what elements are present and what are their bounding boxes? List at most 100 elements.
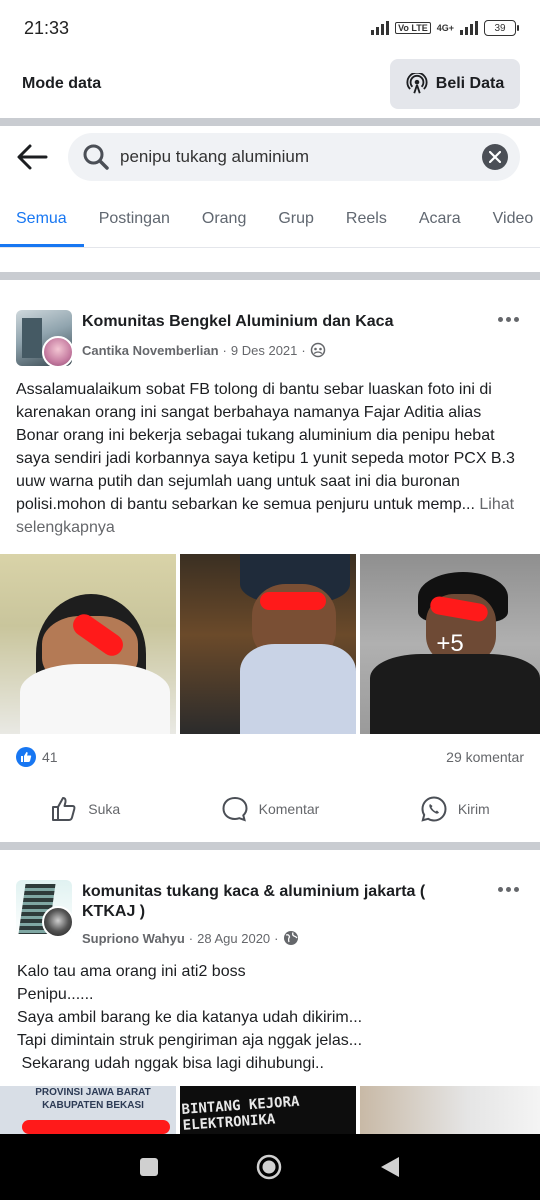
back-button[interactable] (16, 139, 52, 175)
author-name[interactable]: Supriono Wahyu (82, 931, 185, 946)
building-shape (22, 318, 42, 358)
data-mode-bar: Mode data Beli Data (0, 56, 540, 112)
search-input[interactable]: penipu tukang aluminium (68, 133, 520, 181)
author-avatar[interactable] (42, 336, 72, 366)
broadcast-icon (406, 73, 428, 94)
home-icon[interactable] (255, 1153, 283, 1181)
tab-grup[interactable]: Grup (262, 192, 330, 246)
meta-separator: · (274, 930, 279, 946)
search-result-post: komunitas tukang kaca & aluminium jakart… (0, 864, 540, 1134)
battery-icon: 39 (484, 20, 519, 36)
system-nav-bar (0, 1134, 540, 1200)
section-divider (0, 272, 540, 280)
send-button[interactable]: Kirim (420, 795, 490, 823)
buy-data-label: Beli Data (435, 75, 505, 92)
whatsapp-icon (421, 796, 447, 822)
meta-separator: · (188, 930, 194, 946)
back-arrow-icon (17, 144, 48, 170)
post-date[interactable]: 28 Agu 2020 (197, 931, 270, 946)
post-line: Saya ambil barang ke dia katanya udah di… (17, 1009, 363, 1026)
like-summary[interactable]: 41 (16, 747, 58, 767)
signal-2-icon (460, 21, 478, 35)
globe-icon (283, 931, 298, 945)
person-shirt (20, 664, 170, 734)
photo-grid: +5 (0, 554, 540, 734)
photo-caption: BINTANG KEJORA ELEKTRONIKA (181, 1093, 300, 1134)
text-redaction (22, 1120, 170, 1134)
comment-count[interactable]: 29 komentar (446, 749, 524, 765)
search-icon (83, 144, 109, 170)
more-options-icon[interactable] (498, 884, 522, 894)
tab-acara[interactable]: Acara (403, 192, 477, 246)
search-filter-tabs: Semua Postingan Orang Grup Reels Acara V… (0, 190, 540, 248)
clear-search-button[interactable] (482, 144, 508, 170)
group-name[interactable]: Komunitas Bengkel Aluminium dan Kaca (82, 312, 393, 332)
post-meta: Supriono Wahyu · 28 Agu 2020 · (82, 930, 299, 946)
group-name[interactable]: komunitas tukang kaca & aluminium jakart… (82, 882, 482, 922)
post-body: Kalo tau ama orang ini ati2 boss Penipu.… (0, 960, 540, 1075)
status-icons: Vo LTE 4G+ 39 (371, 20, 519, 36)
meta-separator: · (301, 342, 306, 358)
like-count: 41 (42, 749, 58, 765)
photo-1[interactable] (0, 554, 176, 734)
photo-3[interactable]: +5 (360, 554, 540, 734)
like-label: Suka (88, 801, 121, 817)
send-label: Kirim (457, 801, 490, 817)
tab-orang[interactable]: Orang (186, 192, 262, 246)
group-icon (310, 342, 325, 358)
comment-button[interactable]: Komentar (221, 795, 320, 823)
meta-separator: · (222, 342, 227, 358)
post-actions: Suka Komentar Kirim (0, 780, 540, 838)
person-shirt (240, 644, 356, 734)
photo-2[interactable] (180, 554, 356, 734)
section-divider (0, 118, 540, 126)
post-line: Penipu...... (17, 986, 94, 1003)
author-name[interactable]: Cantika Novemberlian (82, 343, 219, 358)
tab-postingan[interactable]: Postingan (83, 192, 186, 246)
volte-badge: Vo LTE (395, 22, 431, 34)
photo-3[interactable] (360, 1086, 540, 1134)
post-header: komunitas tukang kaca & aluminium jakart… (0, 864, 540, 950)
battery-level: 39 (494, 22, 506, 34)
face-redaction (260, 592, 326, 610)
photo-grid: PROVINSI JAWA BARAT KABUPATEN BEKASI BIN… (0, 1086, 540, 1134)
comment-icon (222, 796, 248, 822)
reactions-row: 41 29 komentar (0, 734, 540, 780)
buy-data-button[interactable]: Beli Data (390, 59, 520, 109)
signal-icon (371, 21, 390, 35)
mode-data-label: Mode data (22, 75, 102, 92)
recent-apps-icon[interactable] (139, 1157, 159, 1177)
post-line: Sekarang udah nggak bisa lagi dihubungi.… (17, 1055, 324, 1072)
comment-label: Komentar (258, 801, 320, 817)
photo-1[interactable]: PROVINSI JAWA BARAT KABUPATEN BEKASI (0, 1086, 176, 1134)
search-row: penipu tukang aluminium (0, 128, 540, 186)
post-meta: Cantika Novemberlian · 9 Des 2021 · (82, 342, 326, 358)
post-body: Assalamualaikum sobat FB tolong di bantu… (0, 378, 540, 540)
thumbs-up-icon (52, 797, 76, 821)
more-options-icon[interactable] (498, 314, 522, 324)
status-time: 21:33 (24, 17, 70, 38)
post-line: Tapi dimintain struk pengiriman aja ngga… (17, 1032, 363, 1049)
status-bar: 21:33 Vo LTE 4G+ 39 (0, 0, 540, 56)
tab-reels[interactable]: Reels (330, 192, 403, 246)
tab-video[interactable]: Video (477, 192, 540, 246)
network-type: 4G+ (436, 22, 454, 33)
section-divider (0, 842, 540, 850)
post-text: Assalamualaikum sobat FB tolong di bantu… (16, 381, 515, 513)
back-nav-icon[interactable] (379, 1155, 401, 1179)
active-tab-indicator (0, 244, 84, 247)
photo-2[interactable]: BINTANG KEJORA ELEKTRONIKA (180, 1086, 356, 1134)
search-query[interactable]: penipu tukang aluminium (120, 147, 482, 167)
like-button[interactable]: Suka (50, 795, 120, 823)
group-avatar[interactable] (16, 310, 72, 366)
post-header: Komunitas Bengkel Aluminium dan Kaca Can… (0, 298, 540, 366)
like-reaction-icon (16, 747, 36, 767)
post-line: Kalo tau ama orang ini ati2 boss (17, 963, 246, 980)
post-date[interactable]: 9 Des 2021 (231, 343, 298, 358)
author-avatar[interactable] (42, 906, 72, 936)
more-photos-overlay[interactable]: +5 (360, 554, 540, 734)
search-result-post: Komunitas Bengkel Aluminium dan Kaca Can… (0, 298, 540, 838)
close-icon (489, 151, 501, 163)
group-avatar[interactable] (16, 880, 72, 936)
tab-semua[interactable]: Semua (0, 192, 83, 246)
